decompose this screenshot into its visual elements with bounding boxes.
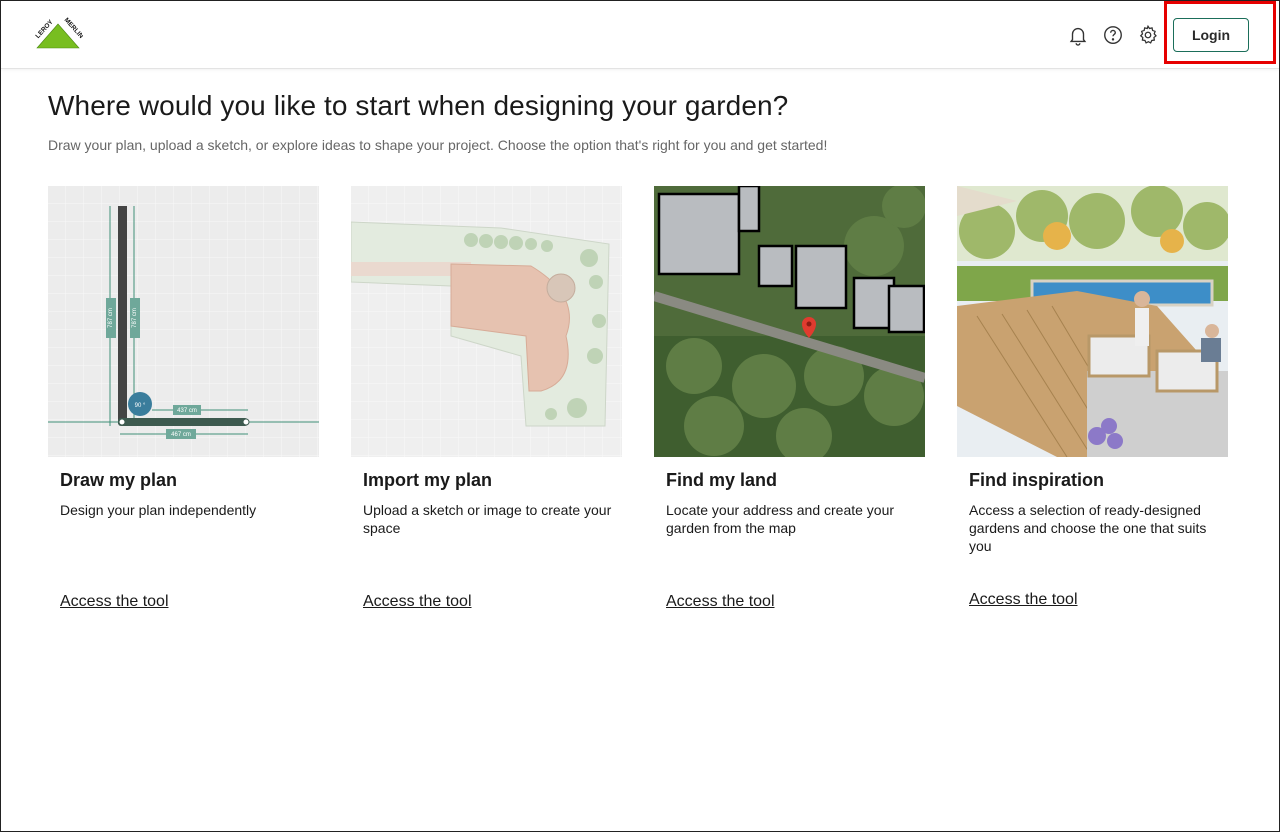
access-tool-link[interactable]: Access the tool: [666, 593, 775, 611]
card-title: Draw my plan: [60, 470, 178, 490]
card-title: Find my land: [666, 470, 778, 490]
dimension-label: 90 °: [135, 403, 146, 409]
access-tool-link[interactable]: Access the tool: [969, 591, 1078, 609]
card-title: Find inspiration: [969, 470, 1104, 490]
aerial-map-image: [654, 186, 925, 457]
help-icon[interactable]: [1101, 23, 1125, 47]
access-tool-link[interactable]: Access the tool: [60, 593, 169, 611]
bell-icon[interactable]: [1066, 23, 1090, 47]
gear-icon[interactable]: [1136, 23, 1160, 47]
card-title: Import my plan: [363, 470, 493, 490]
card-description: Access a selection of ready-designed gar…: [969, 502, 1207, 554]
card-description: Locate your address and create your gard…: [666, 502, 895, 536]
card-find-my-land[interactable]: Find my land Locate your address and cre…: [654, 186, 925, 610]
access-tool-link[interactable]: Access the tool: [363, 593, 472, 611]
dimension-label: 437 cm: [177, 408, 197, 414]
card-import-my-plan[interactable]: Import my plan Upload a sketch or image …: [351, 186, 622, 610]
import-plan-illustration: [351, 186, 622, 457]
leroy-merlin-logo[interactable]: LEROY MERLIN: [33, 16, 83, 52]
dimension-label: 787 cm: [108, 308, 114, 328]
dimension-label: 467 cm: [171, 432, 191, 438]
page-title: Where would you like to start when desig…: [48, 90, 789, 121]
card-find-inspiration[interactable]: Find inspiration Access a selection of r…: [957, 186, 1228, 608]
draw-plan-illustration: 787 cm 787 cm 437 cm 467 cm 90 °: [48, 186, 319, 457]
card-description: Design your plan independently: [60, 502, 257, 518]
login-button[interactable]: Login: [1173, 18, 1249, 52]
card-description: Upload a sketch or image to create your …: [363, 502, 612, 536]
garden-inspiration-image: [957, 186, 1228, 457]
top-header: LEROY MERLIN Login: [1, 1, 1279, 69]
dimension-label: 787 cm: [132, 308, 138, 328]
page-subtitle: Draw your plan, upload a sketch, or expl…: [48, 137, 828, 153]
card-draw-my-plan[interactable]: 787 cm 787 cm 437 cm 467 cm 90 ° Draw my…: [48, 186, 319, 610]
